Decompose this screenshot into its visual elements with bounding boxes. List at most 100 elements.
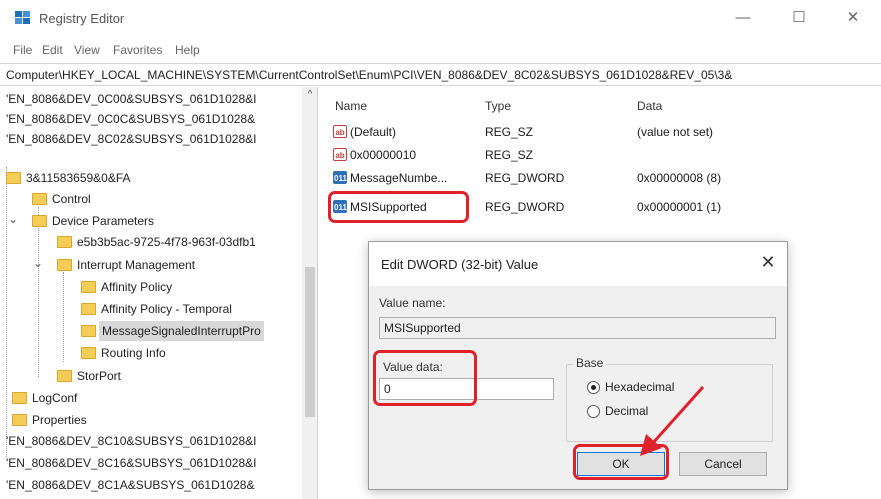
tree-item-label: Routing Info	[101, 346, 166, 360]
tree-item[interactable]: Routing Info	[101, 343, 166, 363]
scroll-up-arrow-icon[interactable]: ^	[304, 89, 316, 101]
string-value-icon: ab	[333, 148, 347, 161]
column-header-data[interactable]: Data	[637, 99, 662, 113]
tree-item[interactable]: 'EN_8086&DEV_8C10&SUBSYS_061D1028&I	[6, 431, 256, 451]
tree-item-label: 'EN_8086&DEV_8C1A&SUBSYS_061D1028&	[6, 478, 255, 492]
tree-item[interactable]: StorPort	[77, 366, 121, 386]
collapse-arrow-icon[interactable]: ⌄	[33, 253, 43, 273]
folder-icon	[32, 193, 47, 205]
decimal-radio[interactable]	[587, 405, 600, 418]
tree-item[interactable]: Control	[52, 189, 91, 209]
tree-scrollbar[interactable]: ^	[302, 87, 317, 499]
minimize-button[interactable]: —	[728, 6, 758, 30]
tree-item[interactable]: 'EN_8086&DEV_8C02&SUBSYS_061D1028&I	[6, 129, 256, 149]
hexadecimal-label[interactable]: Hexadecimal	[605, 380, 674, 394]
base-groupbox	[566, 364, 773, 442]
tree-connector	[38, 207, 39, 377]
string-value-icon: ab	[333, 125, 347, 138]
tree-item-label: Control	[52, 192, 91, 206]
collapse-arrow-icon[interactable]: ⌄	[8, 209, 18, 229]
value-type: REG_SZ	[485, 148, 534, 162]
tree-item-label: Device Parameters	[52, 214, 155, 228]
folder-icon	[57, 370, 72, 382]
edit-dword-dialog: Edit DWORD (32-bit) Value ✕ Value name: …	[368, 241, 788, 490]
tree-item-label: Interrupt Management	[77, 258, 196, 272]
scroll-thumb[interactable]	[305, 267, 315, 417]
tree-item[interactable]: Interrupt Management	[77, 255, 195, 275]
close-button[interactable]: ✕	[838, 6, 868, 30]
value-row[interactable]: 011 MessageNumbe... REG_DWORD 0x00000008…	[319, 167, 881, 189]
tree-item-label: 'EN_8086&DEV_0C00&SUBSYS_061D1028&I	[6, 92, 257, 106]
menu-view[interactable]: View	[74, 43, 100, 57]
dword-value-icon: 011	[333, 171, 347, 184]
tree-pane[interactable]: 'EN_8086&DEV_0C00&SUBSYS_061D1028&I 'EN_…	[0, 87, 318, 499]
tree-item[interactable]: Affinity Policy - Temporal	[101, 299, 232, 319]
address-bar[interactable]: Computer\HKEY_LOCAL_MACHINE\SYSTEM\Curre…	[0, 63, 881, 86]
tree-item-label: LogConf	[32, 391, 78, 405]
window-title: Registry Editor	[39, 11, 125, 26]
folder-icon	[57, 259, 72, 271]
folder-icon	[57, 236, 72, 248]
tree-item[interactable]: Affinity Policy	[101, 277, 172, 297]
tree-connector	[6, 167, 7, 457]
value-name: (Default)	[350, 125, 397, 139]
tree-item[interactable]: 3&11583659&0&FA	[26, 168, 131, 188]
tree-item-label: StorPort	[77, 369, 122, 383]
base-label: Base	[573, 356, 607, 370]
tree-item[interactable]: 'EN_8086&DEV_8C1A&SUBSYS_061D1028&	[6, 475, 254, 495]
tree-item-label: e5b3b5ac-9725-4f78-963f-03dfb1	[77, 235, 256, 249]
radio-selected-dot	[591, 385, 596, 390]
value-type: REG_SZ	[485, 125, 534, 139]
tree-item[interactable]: Properties	[32, 410, 87, 430]
tree-item-label: Properties	[32, 413, 87, 427]
value-name: 0x00000010	[350, 148, 417, 162]
menu-edit[interactable]: Edit	[42, 43, 63, 57]
tree-item[interactable]: 'EN_8086&DEV_0C0C&SUBSYS_061D1028&	[6, 109, 255, 129]
tree-item[interactable]: 'EN_8086&DEV_0C00&SUBSYS_061D1028&I	[6, 89, 256, 109]
highlight-box	[573, 444, 669, 480]
value-row[interactable]: ab (Default) REG_SZ (value not set)	[319, 121, 881, 143]
title-bar: Registry Editor — ☐ ✕	[0, 0, 881, 38]
value-name: MessageNumbe...	[350, 171, 448, 185]
decimal-label[interactable]: Decimal	[605, 404, 648, 418]
value-data: 0x00000001 (1)	[637, 200, 722, 214]
tree-item[interactable]: Device Parameters	[52, 211, 154, 231]
tree-item-label: MessageSignaledInterruptPro	[102, 324, 261, 338]
tree-item-label: 3&11583659&0&FA	[26, 171, 131, 185]
tree-item-label: Affinity Policy - Temporal	[101, 302, 232, 316]
value-name-field: MSISupported	[379, 317, 776, 339]
tree-item-selected[interactable]: MessageSignaledInterruptPro	[99, 321, 264, 341]
value-type: REG_DWORD	[485, 200, 565, 214]
tree-item[interactable]: e5b3b5ac-9725-4f78-963f-03dfb1	[77, 232, 256, 252]
cancel-button[interactable]: Cancel	[679, 452, 767, 476]
tree-item-label: 'EN_8086&DEV_8C10&SUBSYS_061D1028&I	[6, 434, 257, 448]
folder-icon	[12, 392, 27, 404]
folder-icon	[6, 172, 21, 184]
menu-favorites[interactable]: Favorites	[113, 43, 162, 57]
highlight-box	[328, 191, 469, 223]
maximize-button[interactable]: ☐	[784, 6, 814, 30]
address-path: Computer\HKEY_LOCAL_MACHINE\SYSTEM\Curre…	[6, 68, 733, 82]
value-data: (value not set)	[637, 125, 714, 139]
tree-item-label: 'EN_8086&DEV_8C16&SUBSYS_061D1028&I	[6, 456, 257, 470]
hexadecimal-radio[interactable]	[587, 381, 600, 394]
folder-icon	[81, 325, 96, 337]
dialog-close-icon[interactable]: ✕	[757, 252, 779, 274]
dialog-title: Edit DWORD (32-bit) Value	[381, 257, 539, 272]
tree-item-label: 'EN_8086&DEV_0C0C&SUBSYS_061D1028&	[6, 112, 256, 126]
highlight-box	[373, 350, 477, 406]
registry-editor-icon	[15, 11, 31, 25]
column-header-type[interactable]: Type	[485, 99, 511, 113]
folder-icon	[81, 347, 96, 359]
value-row[interactable]: ab 0x00000010 REG_SZ	[319, 144, 881, 166]
tree-item-label: Affinity Policy	[101, 280, 173, 294]
folder-icon	[12, 414, 27, 426]
menu-file[interactable]: File	[13, 43, 32, 57]
menu-bar: File Edit View Favorites Help	[0, 38, 881, 62]
tree-item[interactable]: LogConf	[32, 388, 77, 408]
menu-help[interactable]: Help	[175, 43, 200, 57]
tree-item[interactable]: 'EN_8086&DEV_8C16&SUBSYS_061D1028&I	[6, 453, 256, 473]
column-header-name[interactable]: Name	[335, 99, 367, 113]
folder-icon	[32, 215, 47, 227]
value-type: REG_DWORD	[485, 171, 565, 185]
